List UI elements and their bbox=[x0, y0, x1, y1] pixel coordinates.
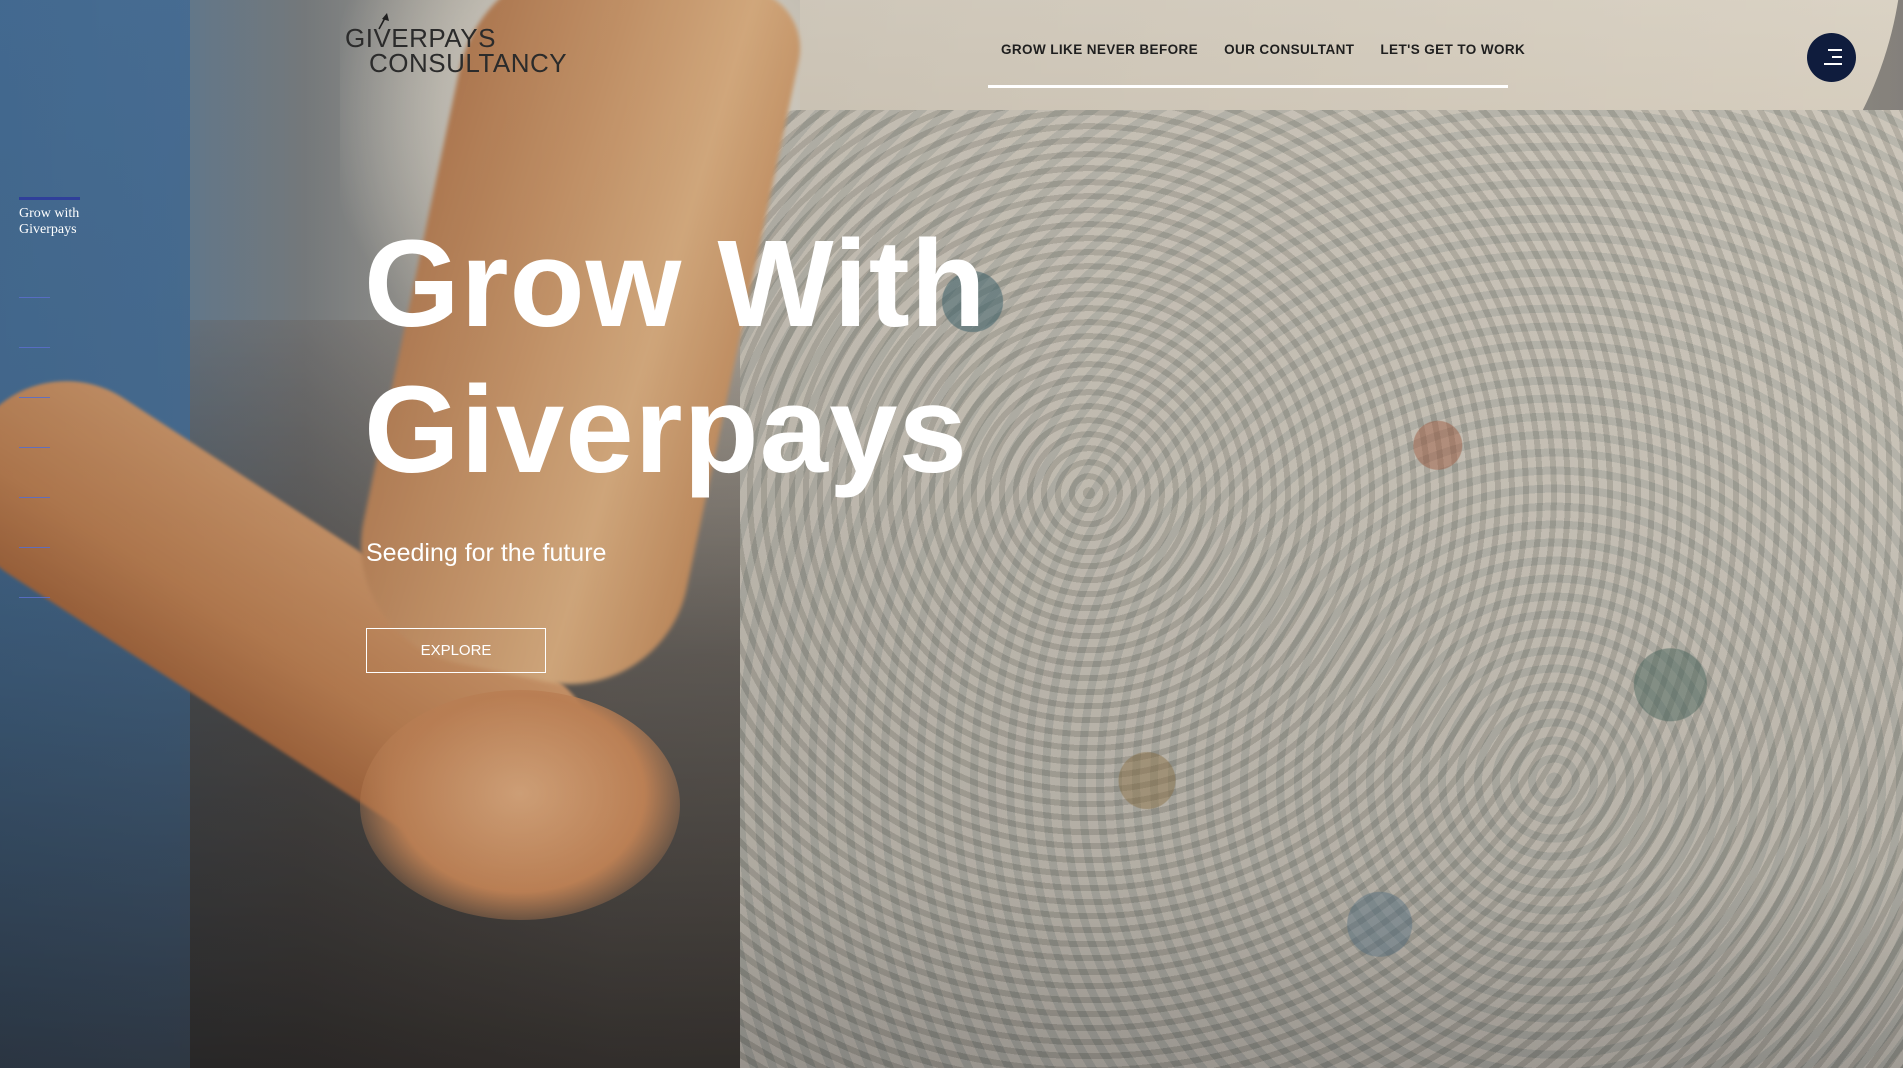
nav-link-our-consultant[interactable]: OUR CONSULTANT bbox=[1224, 42, 1354, 58]
pager-item-grow-with-giverpays[interactable]: Grow with Giverpays bbox=[19, 206, 89, 238]
nav-link-lets-get-to-work[interactable]: LET'S GET TO WORK bbox=[1380, 42, 1525, 58]
hero-subtitle: Seeding for the future bbox=[366, 539, 607, 567]
nav-link-grow-like-never-before[interactable]: GROW LIKE NEVER BEFORE bbox=[1001, 42, 1198, 58]
pager-item-3[interactable] bbox=[19, 347, 50, 348]
logo-text-line2: CONSULTANCY bbox=[369, 48, 568, 78]
explore-button[interactable]: EXPLORE bbox=[366, 628, 546, 673]
menu-button[interactable] bbox=[1807, 33, 1856, 82]
pager-item-8[interactable] bbox=[19, 597, 50, 598]
hamburger-menu-icon bbox=[1828, 49, 1842, 51]
pager-item-7[interactable] bbox=[19, 547, 50, 548]
pager-item-4[interactable] bbox=[19, 397, 50, 398]
pager-item-5[interactable] bbox=[19, 447, 50, 448]
pager-item-2[interactable] bbox=[19, 297, 50, 298]
site-logo[interactable]: GIVERPAYS CONSULTANCY bbox=[345, 12, 567, 76]
section-pager: Grow with Giverpays bbox=[19, 197, 89, 598]
hero-title: Grow With Giverpays bbox=[364, 216, 987, 499]
top-navigation: GROW LIKE NEVER BEFORE OUR CONSULTANT LE… bbox=[988, 42, 1525, 88]
hamburger-line bbox=[1824, 63, 1842, 65]
hamburger-line bbox=[1832, 56, 1842, 58]
pager-item-6[interactable] bbox=[19, 497, 50, 498]
hero-background-image bbox=[0, 0, 1903, 1068]
pager-active-indicator bbox=[19, 197, 80, 200]
